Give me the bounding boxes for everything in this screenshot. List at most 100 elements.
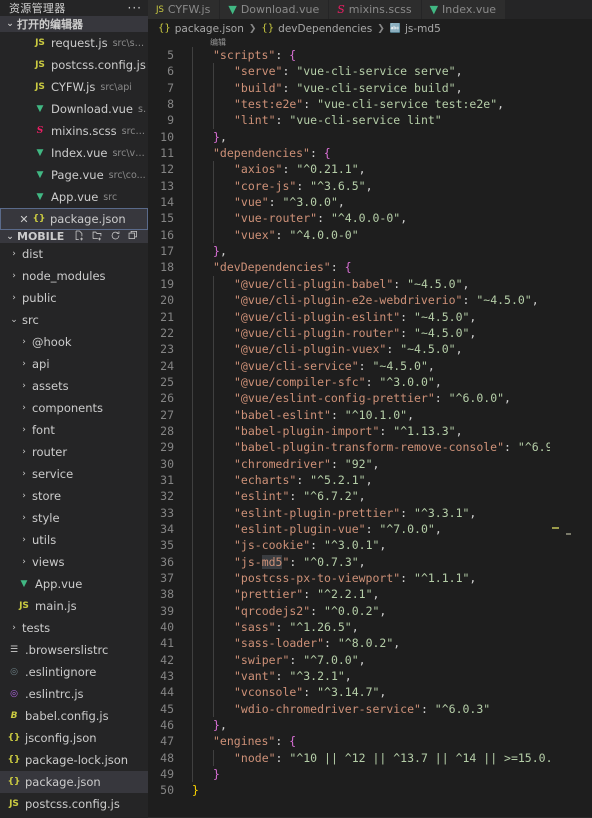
code-line[interactable]: 5 "scripts": { [148,47,592,64]
tree-file[interactable]: JS postcss.config.js [0,793,148,815]
tree-file[interactable]: {} package.json [0,771,148,793]
tree-folder[interactable]: › dist [0,243,148,265]
code-line[interactable]: 11 "dependencies": { [148,145,592,162]
code-line[interactable]: 25 "@vue/compiler-sfc": "^3.0.0", [148,373,592,391]
open-editor-item[interactable]: JS request.js src\ser... [0,32,148,54]
tree-folder[interactable]: › font [0,419,148,441]
breadcrumb-item[interactable]: {} devDependencies [261,23,372,35]
open-editor-item[interactable]: ▼ Page.vue src\co... [0,164,148,186]
open-editor-item[interactable]: ✕{} package.json [0,208,148,230]
code-line[interactable]: 37 "postcss-px-to-viewport": "^1.1.1", [148,570,592,587]
code-line[interactable]: 13 "core-js": "^3.6.5", [148,177,592,195]
code-line[interactable]: 35 "js-cookie": "^3.0.1", [148,537,592,554]
code-line[interactable]: 30 "chromedriver": "92", [148,455,592,472]
refresh-icon[interactable] [110,230,121,243]
tree-file[interactable]: {} jsconfig.json [0,727,148,749]
open-editor-item[interactable]: JS postcss.config.js [0,54,148,76]
code-line[interactable]: 44 "vconsole": "^3.14.7", [148,684,592,701]
code-line[interactable]: 20 "@vue/cli-plugin-e2e-webdriverio": "~4… [148,292,592,309]
code-line[interactable]: 32 "eslint": "^6.7.2", [148,488,592,505]
breadcrumb[interactable]: {} package.json ❯{} devDependencies ❯ 🔤 js-md5 [148,19,592,38]
breadcrumb-item[interactable]: {} package.json [158,23,244,35]
code-line[interactable]: 42 "swiper": "^7.0.0", [148,651,592,669]
open-editor-item[interactable]: ▼ Index.vue src\vie... [0,142,148,164]
tree-folder[interactable]: › node_modules [0,265,148,287]
code-line[interactable]: 8 "test:e2e": "vue-cli-service test:e2e", [148,96,592,113]
open-editor-item[interactable]: JS CYFW.js src\api [0,76,148,98]
code-line[interactable]: 12 "axios": "^0.21.1", [148,161,592,178]
code-line[interactable]: 46}, [148,717,592,734]
more-actions-icon[interactable]: ··· [128,2,142,14]
tree-folder[interactable]: › @hook [0,331,148,353]
code-line[interactable]: 43 "vant": "^3.2.1", [148,668,592,685]
code-line[interactable]: 24 "@vue/cli-service": "~4.5.0", [148,357,592,374]
code-line[interactable]: 41 "sass-loader": "^8.0.2", [148,635,592,652]
code-line[interactable]: 19 "@vue/cli-plugin-babel": "~4.5.0", [148,275,592,293]
tree-file[interactable]: ◎ .eslintrc.js [0,683,148,705]
code-line[interactable]: 21 "@vue/cli-plugin-eslint": "~4.5.0", [148,308,592,325]
editor-tab[interactable]: Smixins.scss [329,0,422,19]
editor-tab[interactable]: JS CYFW.js [148,0,221,19]
code-line[interactable]: 7 "build": "vue-cli-service build", [148,79,592,97]
code-line[interactable]: 6 "serve": "vue-cli-service serve", [148,63,592,80]
code-line[interactable]: 34 "eslint-plugin-vue": "^7.0.0", [148,520,592,538]
code-line[interactable]: 29 "babel-plugin-transform-remove-console… [148,439,592,456]
code-line[interactable]: 49} [148,766,592,783]
new-folder-icon[interactable] [92,230,103,243]
code-line[interactable]: 40 "sass": "^1.26.5", [148,619,592,636]
tree-folder[interactable]: › components [0,397,148,419]
editor-tab[interactable]: ▼ Index.vue [421,0,507,19]
code-line[interactable]: 36 "js-md5": "^0.7.3", [148,553,592,570]
code-line[interactable]: 26 "@vue/eslint-config-prettier": "^6.0.0… [148,390,592,407]
tree-folder[interactable]: › store [0,485,148,507]
open-editor-item[interactable]: Smixins.scss src\st... [0,120,148,142]
codelens-reference[interactable]: 编辑 [148,38,592,47]
code-line[interactable]: 16 "vuex": "^4.0.0-0" [148,226,592,244]
tree-folder[interactable]: › api [0,353,148,375]
tree-folder[interactable]: › router [0,441,148,463]
new-file-icon[interactable] [74,230,85,243]
code-line[interactable]: 27 "babel-eslint": "^10.1.0", [148,406,592,423]
tree-folder[interactable]: › tests [0,617,148,639]
close-icon[interactable]: ✕ [17,213,31,226]
open-editors-section-header[interactable]: ⌄ 打开的编辑器 [0,16,148,32]
code-line[interactable]: 39 "qrcodejs2": "^0.0.2", [148,602,592,620]
code-line[interactable]: 10}, [148,128,592,146]
code-line[interactable]: 31 "echarts": "^5.2.1", [148,471,592,489]
minimap[interactable] [550,47,592,818]
code-line[interactable]: 48 "node": "^10 || ^12 || ^13.7 || ^14 ||… [148,749,592,767]
code-line[interactable]: 9 "lint": "vue-cli-service lint" [148,112,592,129]
tree-folder[interactable]: › views [0,551,148,573]
tree-file[interactable]: ◎ .eslintignore [0,661,148,683]
open-editor-item[interactable]: ▼ App.vue src [0,186,148,208]
code-line[interactable]: 15 "vue-router": "^4.0.0-0", [148,210,592,227]
tree-file[interactable]: ☰ .browserslistrc [0,639,148,661]
code-line[interactable]: 22 "@vue/cli-plugin-router": "~4.5.0", [148,324,592,342]
tree-folder[interactable]: › public [0,287,148,309]
tree-folder[interactable]: › style [0,507,148,529]
collapse-all-icon[interactable] [128,230,139,243]
code-line[interactable]: 38 "prettier": "^2.2.1", [148,586,592,603]
open-editor-item[interactable]: ▼ Download.vue s... [0,98,148,120]
tree-file[interactable]: JS main.js [0,595,148,617]
tree-folder[interactable]: ⌄ src [0,309,148,331]
code-line[interactable]: 23 "@vue/cli-plugin-vuex": "~4.5.0", [148,341,592,358]
code-line[interactable]: 45 "wdio-chromedriver-service": "^6.0.3" [148,700,592,718]
tree-file[interactable]: {} package-lock.json [0,749,148,771]
code-line[interactable]: 14 "vue": "^3.0.0", [148,194,592,211]
tree-folder[interactable]: › assets [0,375,148,397]
code-line[interactable]: 50} [148,782,592,798]
tree-folder[interactable]: › utils [0,529,148,551]
editor-tab[interactable]: ▼ Download.vue [220,0,330,19]
code-line[interactable]: 47 "engines": { [148,733,592,750]
tree-file[interactable]: Bbabel.config.js [0,705,148,727]
code-line[interactable]: 17}, [148,243,592,260]
code-line[interactable]: 28 "babel-plugin-import": "^1.13.3", [148,422,592,440]
breadcrumb-item[interactable]: 🔤 js-md5 [390,23,441,35]
code-line[interactable]: 18 "devDependencies": { [148,259,592,276]
code-content[interactable]: 5 "scripts": {6 "serve": "vue-cli-service … [148,47,592,818]
project-section-header[interactable]: ⌄ MOBILE [0,230,148,243]
tree-file[interactable]: ▼ App.vue [0,573,148,595]
tree-folder[interactable]: › service [0,463,148,485]
code-line[interactable]: 33 "eslint-plugin-prettier": "^3.3.1", [148,504,592,521]
